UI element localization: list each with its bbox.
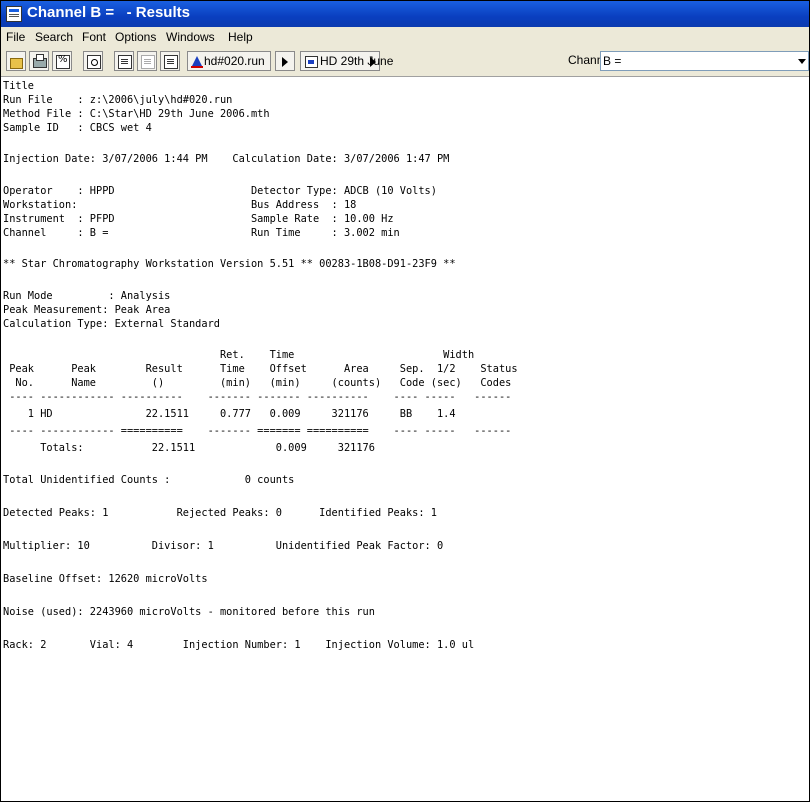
- window-title: Channel B = - Results: [27, 4, 190, 21]
- report-sample-id: Sample ID : CBCS wet 4: [3, 122, 152, 134]
- report-method-file: Method File : C:\Star\HD 29th June 2006.…: [3, 108, 270, 120]
- menu-search[interactable]: Search: [35, 30, 73, 44]
- report-unidentified-counts: Total Unidentified Counts : 0 counts: [3, 474, 295, 486]
- document-icon: [164, 55, 178, 69]
- run-file-label: hd#020.run: [204, 54, 265, 68]
- report-icon: [118, 55, 132, 69]
- document-view-button[interactable]: [160, 51, 180, 71]
- summary-view-button[interactable]: [137, 51, 157, 71]
- channel-dropdown[interactable]: B =: [600, 51, 809, 71]
- report-baseline-offset: Baseline Offset: 12620 microVolts: [3, 573, 208, 585]
- report-injection-dates: Injection Date: 3/07/2006 1:44 PM Calcul…: [3, 153, 450, 165]
- print-button[interactable]: [29, 51, 49, 71]
- table-header-rule: ---- ------------ ---------- ------- ---…: [3, 391, 512, 403]
- magnifier-icon: [87, 55, 101, 69]
- report-peak-counts: Detected Peaks: 1 Rejected Peaks: 0 Iden…: [3, 507, 437, 519]
- title-bar[interactable]: Channel B = - Results: [1, 1, 809, 27]
- table-row: 1 HD 22.1511 0.777 0.009 321176 BB 1.4: [3, 408, 456, 420]
- folder-open-icon: [10, 58, 23, 69]
- table-totals-rule: ---- ------------ ========== ------- ===…: [3, 425, 512, 437]
- report-rack-vial-line: Rack: 2 Vial: 4 Injection Number: 1 Inje…: [3, 639, 475, 651]
- calculate-button[interactable]: [52, 51, 72, 71]
- report-dim-icon: [141, 55, 155, 69]
- report-title-line: Title: [3, 80, 34, 92]
- run-file-next-button[interactable]: [275, 51, 295, 71]
- table-header-line-3: No. Name () (min) (min) (counts) Code (s…: [3, 377, 512, 389]
- menu-bar: File Search Font Options Windows Help: [1, 27, 809, 48]
- open-button[interactable]: [6, 51, 26, 71]
- report-instrument-line: Instrument : PFPD Sample Rate : 10.00 Hz: [3, 213, 394, 225]
- menu-help[interactable]: Help: [228, 30, 253, 44]
- table-header-line-2: Peak Peak Result Time Offset Area Sep. 1…: [3, 363, 518, 375]
- table-header-line-1: Ret. Time Width: [3, 349, 475, 361]
- printer-icon: [33, 54, 47, 68]
- menu-file[interactable]: File: [6, 30, 25, 44]
- results-window-icon: [6, 6, 22, 22]
- chevron-down-icon[interactable]: [798, 59, 806, 64]
- report-version-line: ** Star Chromatography Workstation Versi…: [3, 258, 456, 270]
- print-preview-button[interactable]: [83, 51, 103, 71]
- report-noise: Noise (used): 2243960 microVolts - monit…: [3, 606, 375, 618]
- triangle-right-icon: [282, 57, 288, 67]
- report-peak-measurement: Peak Measurement: Peak Area: [3, 304, 171, 316]
- results-report[interactable]: Title Run File : z:\2006\july\hd#020.run…: [1, 77, 809, 801]
- report-operator-line: Operator : HPPD Detector Type: ADCB (10 …: [3, 185, 437, 197]
- menu-font[interactable]: Font: [82, 30, 106, 44]
- report-calculation-type: Calculation Type: External Standard: [3, 318, 220, 330]
- table-totals-row: Totals: 22.1511 0.009 321176: [3, 442, 375, 454]
- report-run-file: Run File : z:\2006\july\hd#020.run: [3, 94, 233, 106]
- run-file-selector[interactable]: hd#020.run: [187, 51, 271, 71]
- method-file-selector[interactable]: HD 29th June: [300, 51, 393, 71]
- triangle-right-icon: [370, 57, 376, 67]
- channel-value: B =: [603, 54, 622, 68]
- report-workstation-line: Workstation: Bus Address : 18: [3, 199, 357, 211]
- calculator-icon: [56, 54, 70, 69]
- report-multiplier-line: Multiplier: 10 Divisor: 1 Unidentified P…: [3, 540, 444, 552]
- report-view-button[interactable]: [114, 51, 134, 71]
- method-file-label: HD 29th June: [320, 54, 394, 68]
- results-window: Channel B = - Results File Search Font O…: [0, 0, 810, 802]
- method-icon: [305, 56, 318, 68]
- menu-options[interactable]: Options: [115, 30, 156, 44]
- menu-windows[interactable]: Windows: [166, 30, 215, 44]
- chromatogram-peak-icon: [191, 56, 203, 68]
- report-run-mode: Run Mode : Analysis: [3, 290, 171, 302]
- report-channel-line: Channel : B = Run Time : 3.002 min: [3, 227, 400, 239]
